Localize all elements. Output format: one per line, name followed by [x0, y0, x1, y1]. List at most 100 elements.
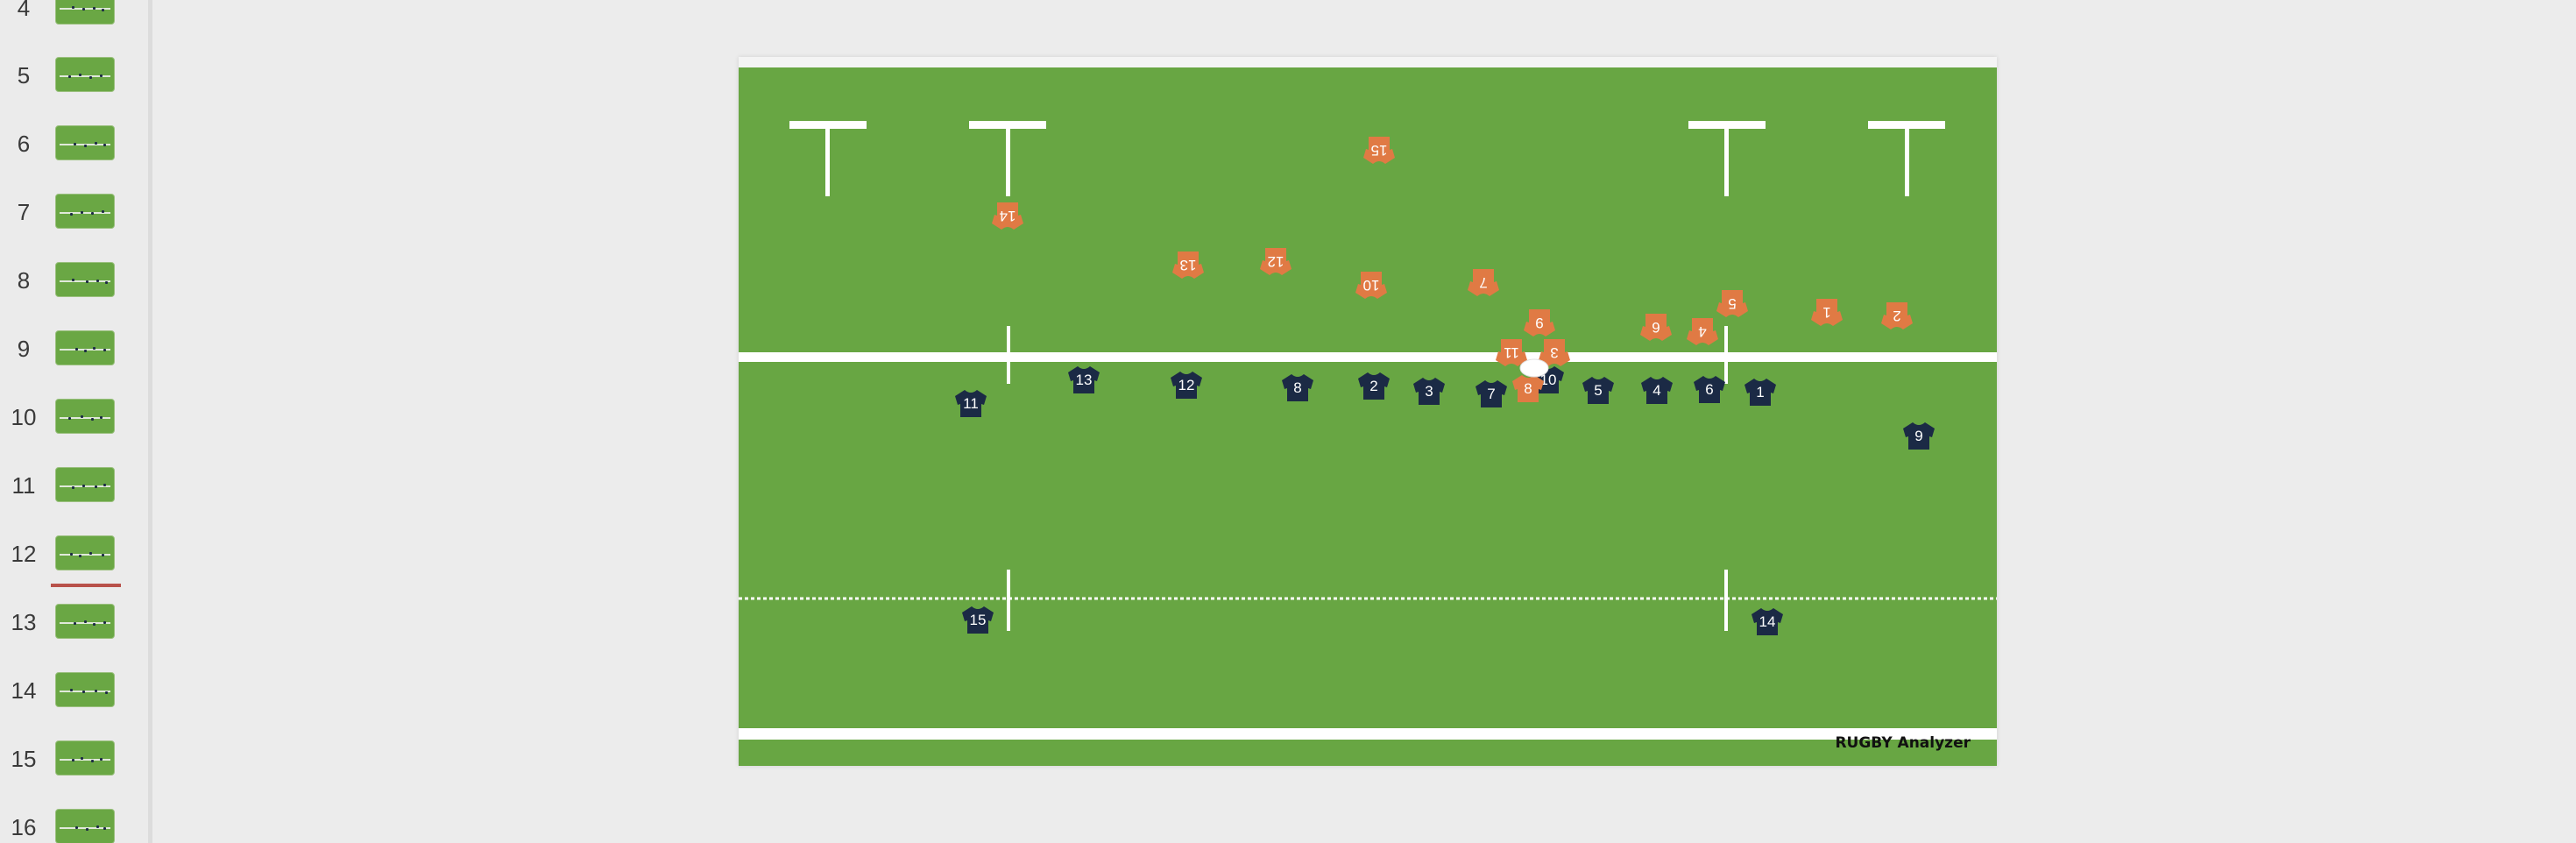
player-number: 4	[1652, 382, 1660, 399]
orange-player[interactable]: 4	[1687, 318, 1718, 345]
slide-number: 11	[11, 472, 36, 499]
slide-number: 12	[11, 541, 37, 567]
post-marker	[1007, 326, 1010, 384]
orange-player[interactable]: 7	[1468, 269, 1499, 296]
slide-thumbnail-15[interactable]: 15	[0, 739, 148, 781]
slide-thumbnail-6[interactable]: 6	[0, 124, 148, 166]
slide-thumbnail-image[interactable]	[55, 125, 115, 160]
slide-number: 16	[11, 814, 37, 840]
slide-number: 7	[17, 199, 31, 225]
post-marker	[1724, 570, 1728, 631]
navy-player[interactable]: 11	[955, 390, 987, 417]
slide-thumbnail-image[interactable]	[55, 809, 115, 843]
slide-number: 9	[17, 336, 31, 362]
team-navy[interactable]: 11 13 12 8 2 3 7 10 5 4 6 1 9 15 14	[955, 366, 1935, 635]
goalpost	[1006, 121, 1010, 196]
orange-player[interactable]: 9	[1524, 309, 1555, 336]
slide-thumbnail-image[interactable]	[55, 330, 115, 365]
player-number: 2	[1893, 308, 1900, 324]
slide-number: 14	[11, 677, 37, 704]
player-number: 10	[1363, 277, 1380, 294]
player-number: 1	[1756, 384, 1764, 400]
navy-player[interactable]: 14	[1752, 608, 1783, 635]
orange-player[interactable]: 11	[1496, 339, 1527, 366]
slide-thumbnail-4[interactable]: 4	[0, 0, 148, 30]
slide-thumbnail-image[interactable]	[55, 740, 115, 776]
orange-player[interactable]: 1	[1811, 299, 1843, 326]
player-number: 6	[1652, 319, 1660, 336]
slide-thumbnail-image[interactable]	[55, 194, 115, 229]
player-number: 8	[1524, 380, 1532, 397]
player-number: 4	[1698, 323, 1706, 340]
orange-player[interactable]: 10	[1355, 272, 1387, 299]
slide-thumbnail-image[interactable]	[55, 0, 115, 25]
navy-player[interactable]: 2	[1358, 372, 1390, 400]
slide-thumbnail-9[interactable]: 9	[0, 329, 148, 371]
player-number: 13	[1180, 257, 1197, 273]
player-number: 3	[1425, 383, 1433, 400]
player-number: 15	[1371, 142, 1388, 159]
slide-thumbnail-image[interactable]	[55, 399, 115, 434]
slide-thumbnail-11[interactable]: 11	[0, 465, 148, 507]
player-number: 14	[1759, 613, 1776, 630]
player-number: 1	[1822, 304, 1830, 321]
player-number: 3	[1550, 344, 1558, 361]
player-number: 11	[1504, 344, 1519, 361]
slide-thumbnail-image[interactable]	[55, 57, 115, 92]
orange-player[interactable]: 15	[1363, 137, 1395, 164]
slide-thumbnail-image[interactable]	[55, 672, 115, 707]
navy-player[interactable]: 3	[1413, 378, 1445, 405]
slide-number: 6	[17, 131, 31, 157]
player-number: 6	[1705, 381, 1713, 398]
slide-number: 15	[11, 746, 37, 772]
slide-thumbnail-image[interactable]	[55, 535, 115, 570]
navy-player[interactable]: 9	[1903, 422, 1935, 450]
team-orange[interactable]: 15 14 13 12 10 7 9 6 5 4 1 2 11 3	[992, 137, 1913, 366]
goalpost	[1724, 121, 1729, 196]
slide-thumbnail-5[interactable]: 5	[0, 55, 148, 97]
orange-player[interactable]: 2	[1881, 302, 1913, 329]
player-number: 7	[1479, 274, 1487, 291]
navy-player[interactable]: 8	[1282, 374, 1313, 401]
navy-player[interactable]: 4	[1641, 377, 1673, 404]
slide-thumbnail-13[interactable]: 13	[0, 602, 148, 644]
orange-player[interactable]: 8	[1512, 375, 1544, 402]
slide-number: 13	[11, 609, 37, 635]
orange-player[interactable]: 5	[1716, 290, 1748, 317]
slide-number: 10	[11, 404, 37, 430]
orange-player[interactable]: 12	[1260, 248, 1292, 275]
slide-number: 8	[17, 267, 31, 294]
slide-thumbnail-image[interactable]	[55, 467, 115, 502]
navy-player[interactable]: 15	[962, 606, 994, 634]
orange-player[interactable]: 6	[1640, 314, 1672, 341]
pitch-diagram: 15 14 13 12 10 7 9 6 5 4 1 2 11 3 11 13 …	[739, 121, 1997, 740]
slide-thumbnail-16[interactable]: 16	[0, 807, 148, 843]
navy-player[interactable]: 5	[1582, 377, 1614, 404]
slide-thumbnail-14[interactable]: 14	[0, 670, 148, 712]
player-number: 14	[1000, 208, 1016, 224]
slide-thumbnail-10[interactable]: 10	[0, 397, 148, 439]
rugby-ball[interactable]	[1519, 358, 1549, 378]
navy-player[interactable]: 1	[1744, 379, 1776, 406]
navy-player[interactable]: 12	[1171, 372, 1202, 399]
slide-canvas[interactable]: 15 14 13 12 10 7 9 6 5 4 1 2 11 3 11 13 …	[739, 57, 1997, 766]
player-number: 9	[1914, 428, 1922, 444]
player-number: 7	[1487, 386, 1495, 402]
player-number: 2	[1369, 378, 1377, 394]
post-marker	[1724, 326, 1728, 384]
slide-thumbnail-image[interactable]	[55, 604, 115, 639]
slide-thumbnail-12[interactable]: 12	[0, 534, 148, 576]
player-number: 5	[1594, 382, 1602, 399]
navy-player[interactable]: 7	[1476, 380, 1507, 407]
slide-thumbnail-image[interactable]	[55, 262, 115, 297]
bottom-line	[739, 728, 1997, 740]
navy-player[interactable]: 13	[1068, 366, 1100, 393]
slide-thumbnail-7[interactable]: 7	[0, 192, 148, 234]
orange-player[interactable]: 13	[1172, 251, 1204, 279]
orange-player[interactable]: 14	[992, 202, 1023, 230]
navy-player[interactable]: 6	[1694, 376, 1725, 403]
goalpost	[1905, 121, 1909, 196]
watermark-text: RUGBY Analyzer	[1835, 734, 1971, 752]
goalpost	[825, 121, 830, 196]
slide-thumbnail-8[interactable]: 8	[0, 260, 148, 302]
